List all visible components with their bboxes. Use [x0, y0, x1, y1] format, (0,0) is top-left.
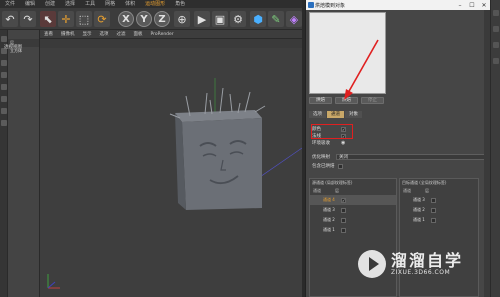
- coordinate-icon[interactable]: ⊕: [174, 11, 190, 27]
- tool-icon[interactable]: [1, 120, 7, 126]
- axis-gizmo: [47, 274, 60, 289]
- menu-mesh[interactable]: 网格: [100, 0, 120, 8]
- ao-toggle-icon[interactable]: ◉: [341, 140, 345, 146]
- subdivision-icon[interactable]: ◈: [286, 11, 302, 27]
- source-item-label: 通道 2: [323, 217, 335, 222]
- viewport-menu-filter[interactable]: 过滤: [113, 31, 130, 37]
- left-toolbar: [0, 30, 8, 297]
- watermark: 溜溜自学 ZIXUE.3D66.COM: [358, 250, 463, 278]
- watermark-title: 溜溜自学: [391, 251, 464, 270]
- pen-icon[interactable]: ✎: [268, 11, 284, 27]
- undo-icon[interactable]: ↶: [2, 11, 18, 27]
- list-item[interactable]: 通道 2: [400, 205, 478, 215]
- annotation-highlight-box: [311, 124, 353, 139]
- tool-icon[interactable]: [1, 84, 7, 90]
- source-item-checkbox[interactable]: [341, 217, 346, 223]
- right-toolbar: [490, 0, 500, 297]
- tool-icon[interactable]: [493, 10, 499, 16]
- source-channels-box: 源通道 (局部纹理标签) 通道 层 通道 4 ✓ 通道 3 通道 2 通道 1: [309, 178, 397, 297]
- render-icon[interactable]: ▣: [212, 11, 228, 27]
- tool-icon[interactable]: [493, 42, 499, 48]
- menu-select[interactable]: 选择: [60, 0, 80, 8]
- c4d-window: 文件 编辑 创建 选择 工具 网格 体积 运动图形 角色 ↶ ↷ ⬉ ✛ ⬚ ⟳…: [0, 0, 500, 297]
- ao-option[interactable]: 环境吸收 ◉: [312, 140, 345, 146]
- source-item-label: 通道 1: [323, 227, 335, 232]
- tool-icon[interactable]: [1, 60, 7, 66]
- z-axis-button[interactable]: Z: [154, 11, 170, 27]
- viewport-menu-prorender[interactable]: ProRender: [147, 32, 178, 37]
- menu-tools[interactable]: 工具: [80, 0, 100, 8]
- target-item-checkbox[interactable]: [431, 207, 436, 213]
- watermark-url: ZIXUE.3D66.COM: [391, 269, 451, 276]
- viewport-menu-display[interactable]: 显示: [79, 31, 96, 37]
- menu-mograph[interactable]: 运动图形: [140, 0, 170, 8]
- source-item-checkbox[interactable]: ✓: [341, 197, 346, 203]
- annotation-arrow: [344, 39, 379, 100]
- source-col-layer: 层: [335, 188, 339, 193]
- cube-model[interactable]: [169, 87, 266, 210]
- menu-bar: 文件 编辑 创建 选择 工具 网格 体积 运动图形 角色: [0, 0, 305, 8]
- cube-icon[interactable]: ⬢: [250, 11, 266, 27]
- target-channels-box: 目标通道 (全局纹理标签) 通道 层 通道 3 通道 2 通道 1: [399, 178, 479, 297]
- source-item-checkbox[interactable]: [341, 227, 346, 233]
- cursor-icon[interactable]: ⬉: [40, 11, 56, 27]
- target-col-layer: 层: [425, 188, 429, 193]
- rotate-icon[interactable]: ⟳: [94, 11, 110, 27]
- move-icon[interactable]: ✛: [58, 11, 74, 27]
- render-view-icon[interactable]: ▶: [194, 11, 210, 27]
- x-axis-button[interactable]: X: [118, 11, 134, 27]
- tool-icon[interactable]: [1, 96, 7, 102]
- menu-volume[interactable]: 体积: [120, 0, 140, 8]
- scale-icon[interactable]: ⬚: [76, 11, 92, 27]
- target-item-checkbox[interactable]: [431, 217, 436, 223]
- list-item[interactable]: 通道 4 ✓: [310, 195, 396, 205]
- menu-file[interactable]: 文件: [0, 0, 20, 8]
- object-panel: 层 立方体: [8, 30, 40, 297]
- list-item[interactable]: 通道 3: [310, 205, 396, 215]
- list-item[interactable]: 通道 2: [310, 215, 396, 225]
- tool-icon[interactable]: [493, 26, 499, 32]
- source-item-label: 通道 3: [323, 207, 335, 212]
- play-logo-icon: [358, 250, 386, 278]
- optimize-mapping-label: 优化映射: [312, 155, 330, 160]
- target-columns: 通道 层: [400, 187, 478, 195]
- tool-icon[interactable]: [1, 36, 7, 42]
- main-toolbar: ↶ ↷ ⬉ ✛ ⬚ ⟳ X Y Z ⊕ ▶ ▣ ⚙ ⬢ ✎ ◈: [0, 8, 305, 30]
- viewport-menu-options[interactable]: 选项: [96, 31, 113, 37]
- source-item-checkbox[interactable]: [341, 207, 346, 213]
- optimize-mapping-select[interactable]: 关闭: [336, 154, 486, 160]
- list-item[interactable]: 通道 1: [400, 215, 478, 225]
- source-channels-header: 源通道 (局部纹理标签): [312, 180, 353, 185]
- source-item-label: 通道 4: [323, 197, 335, 202]
- target-item-label: 通道 3: [413, 197, 425, 202]
- target-item-label: 通道 2: [413, 207, 425, 212]
- redo-icon[interactable]: ↷: [20, 11, 36, 27]
- render-settings-icon[interactable]: ⚙: [230, 11, 246, 27]
- tool-icon[interactable]: [1, 108, 7, 114]
- target-col-channel: 通道: [403, 188, 411, 193]
- ao-option-label: 环境吸收: [312, 141, 330, 146]
- include-baked-checkbox[interactable]: [337, 163, 343, 169]
- viewport-label: 透视视图: [4, 45, 22, 50]
- list-item[interactable]: 通道 3: [400, 195, 478, 205]
- viewport[interactable]: [40, 48, 302, 297]
- source-col-channel: 通道: [313, 188, 321, 193]
- include-baked-label: 包含已烘焙: [312, 164, 335, 169]
- viewport-menu-panel[interactable]: 面板: [130, 31, 147, 37]
- viewport-menu-camera[interactable]: 摄像机: [57, 31, 79, 37]
- source-columns: 通道 层: [310, 187, 396, 195]
- target-item-label: 通道 1: [413, 217, 425, 222]
- y-axis-button[interactable]: Y: [136, 11, 152, 27]
- menu-edit[interactable]: 编辑: [20, 0, 40, 8]
- tool-icon[interactable]: [1, 72, 7, 78]
- list-item[interactable]: 通道 1: [310, 225, 396, 235]
- menu-create[interactable]: 创建: [40, 0, 60, 8]
- tool-icon[interactable]: [493, 58, 499, 64]
- include-baked-option[interactable]: 包含已烘焙: [312, 163, 343, 169]
- viewport-menu: 查看 摄像机 显示 选项 过滤 面板 ProRender: [0, 30, 305, 39]
- target-item-checkbox[interactable]: [431, 197, 436, 203]
- menu-character[interactable]: 角色: [170, 0, 190, 8]
- viewport-menu-view[interactable]: 查看: [40, 31, 57, 37]
- target-channels-header: 目标通道 (全局纹理标签): [402, 180, 447, 185]
